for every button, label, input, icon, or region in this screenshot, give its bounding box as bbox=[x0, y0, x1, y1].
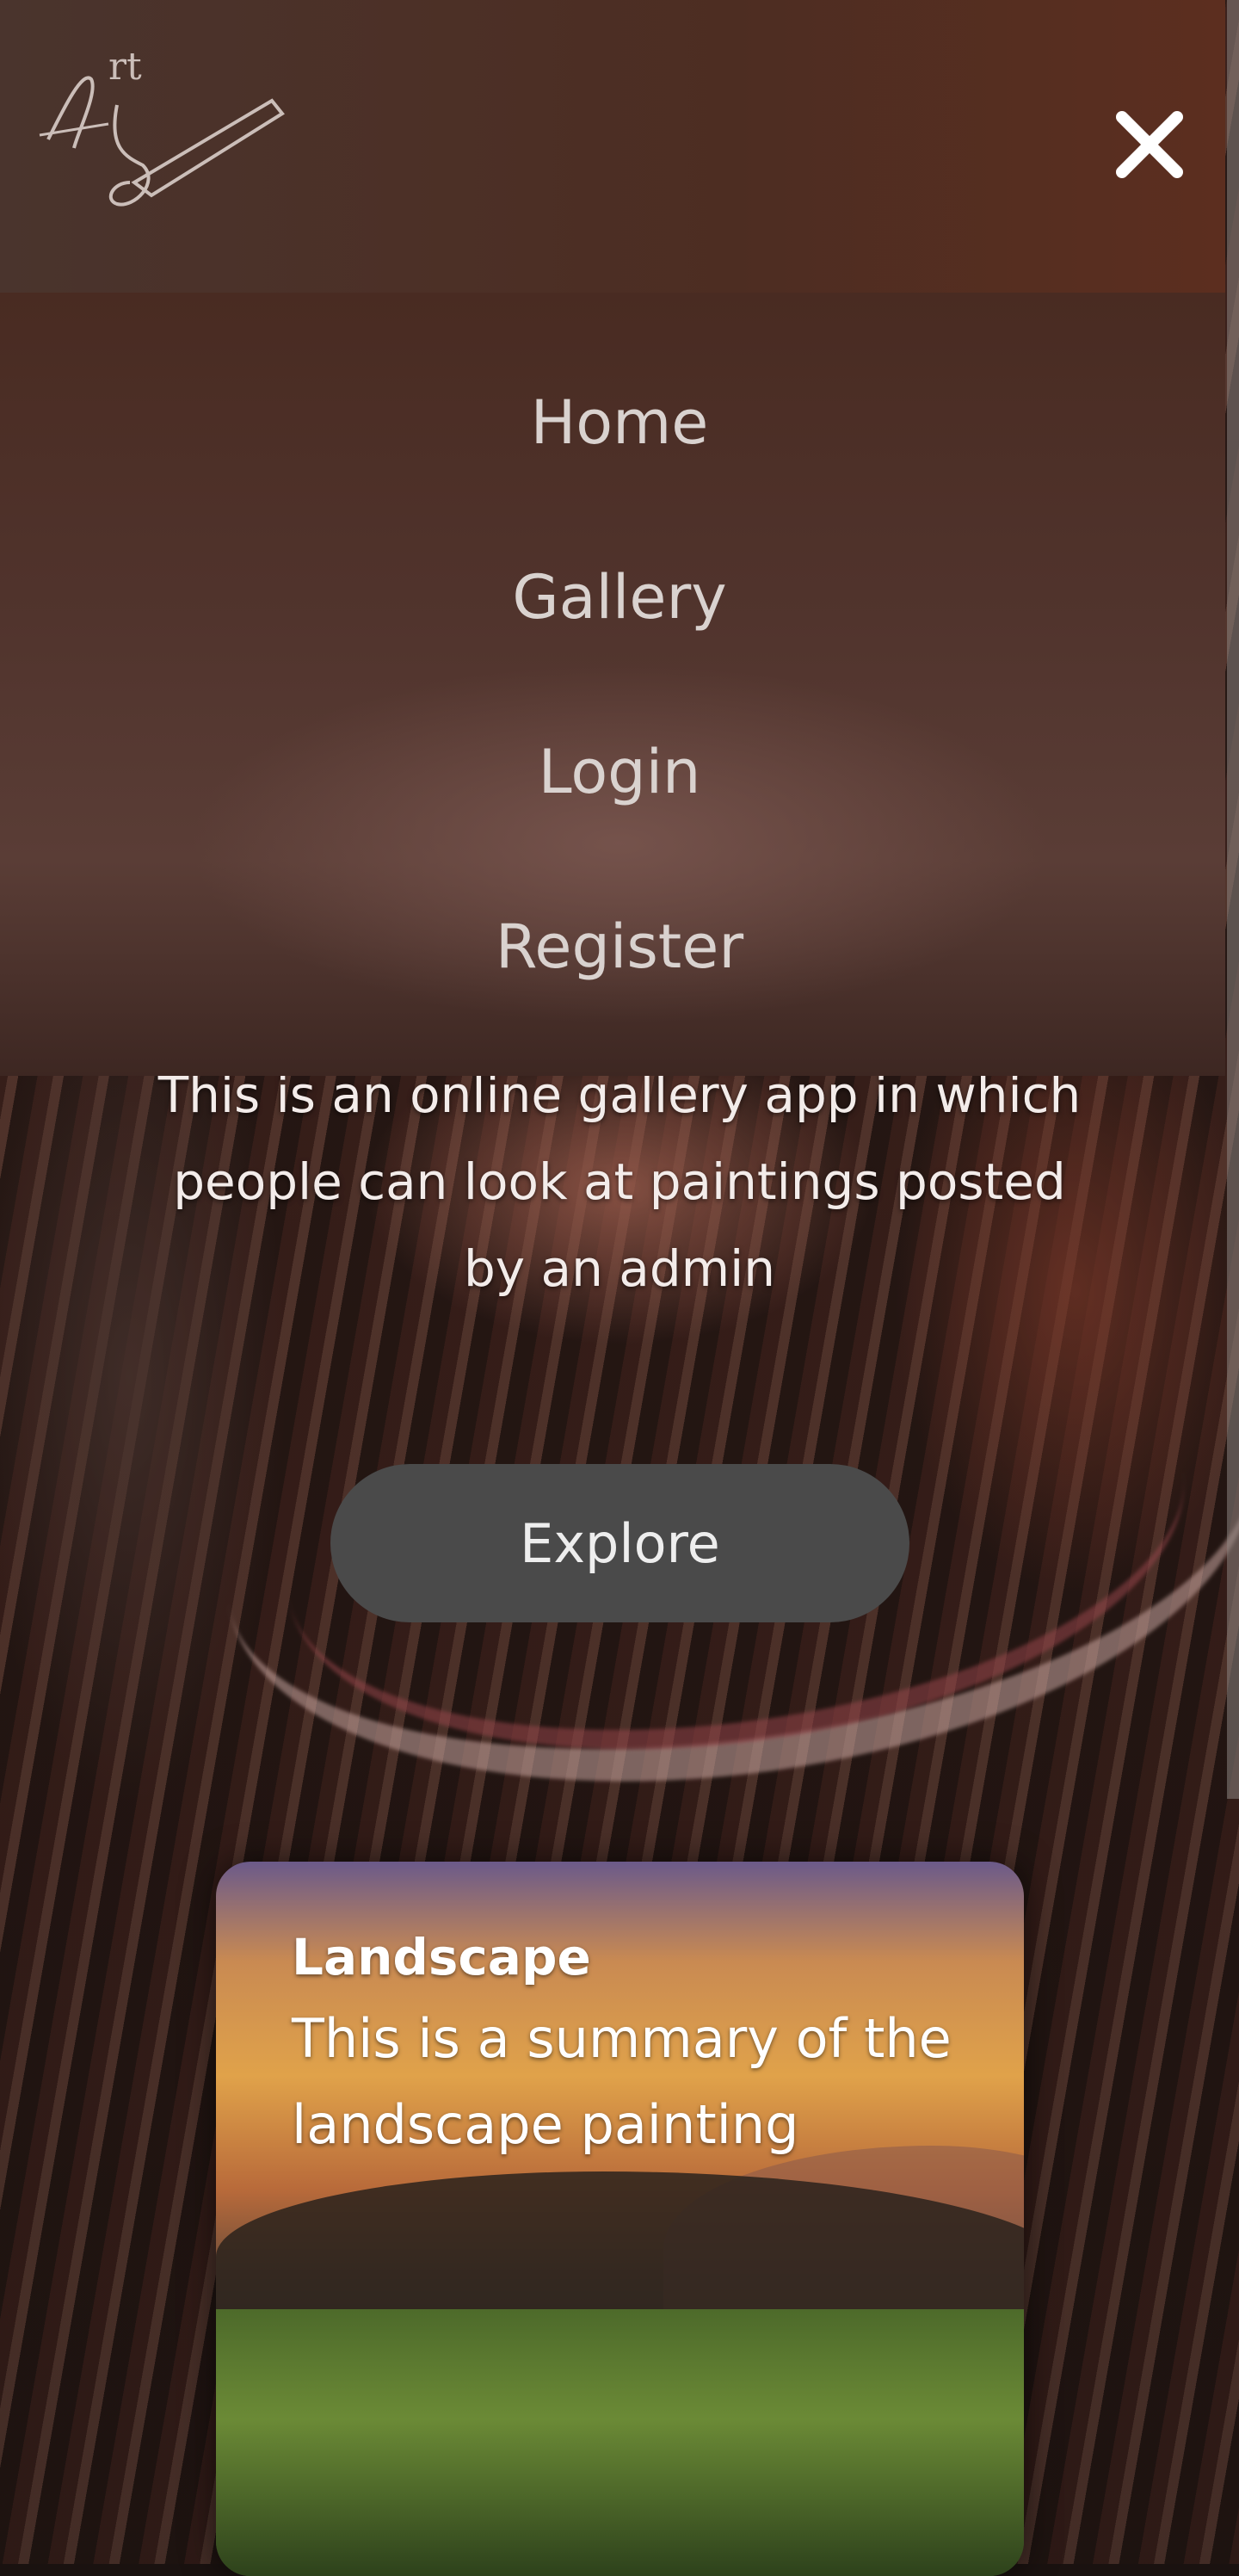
paintbrush-logo-icon: rt bbox=[39, 45, 285, 207]
nav-item-home[interactable]: Home bbox=[0, 336, 1239, 510]
nav-item-login[interactable]: Login bbox=[0, 685, 1239, 860]
card-caption: Landscape This is a summary of the lands… bbox=[292, 1918, 980, 2168]
card-summary: This is a summary of the landscape paint… bbox=[292, 2007, 952, 2156]
painting-card[interactable]: Landscape This is a summary of the lands… bbox=[216, 1862, 1024, 2576]
nav-item-gallery[interactable]: Gallery bbox=[0, 510, 1239, 685]
nav-item-register[interactable]: Register bbox=[0, 860, 1239, 1035]
logo[interactable]: rt bbox=[31, 45, 289, 225]
close-icon bbox=[1116, 111, 1183, 178]
card-title: Landscape bbox=[292, 1928, 591, 1986]
card-image-grass bbox=[216, 2309, 1024, 2576]
explore-button[interactable]: Explore bbox=[330, 1464, 909, 1622]
nav-menu-overlay: rt Home Gallery Login Register bbox=[0, 0, 1225, 1076]
hero-description: This is an online gallery app in which p… bbox=[157, 1066, 1082, 1298]
svg-text:rt: rt bbox=[108, 53, 142, 89]
close-menu-button[interactable] bbox=[1106, 102, 1193, 188]
nav-header: rt bbox=[0, 0, 1225, 293]
nav-list: Home Gallery Login Register bbox=[0, 336, 1239, 1035]
